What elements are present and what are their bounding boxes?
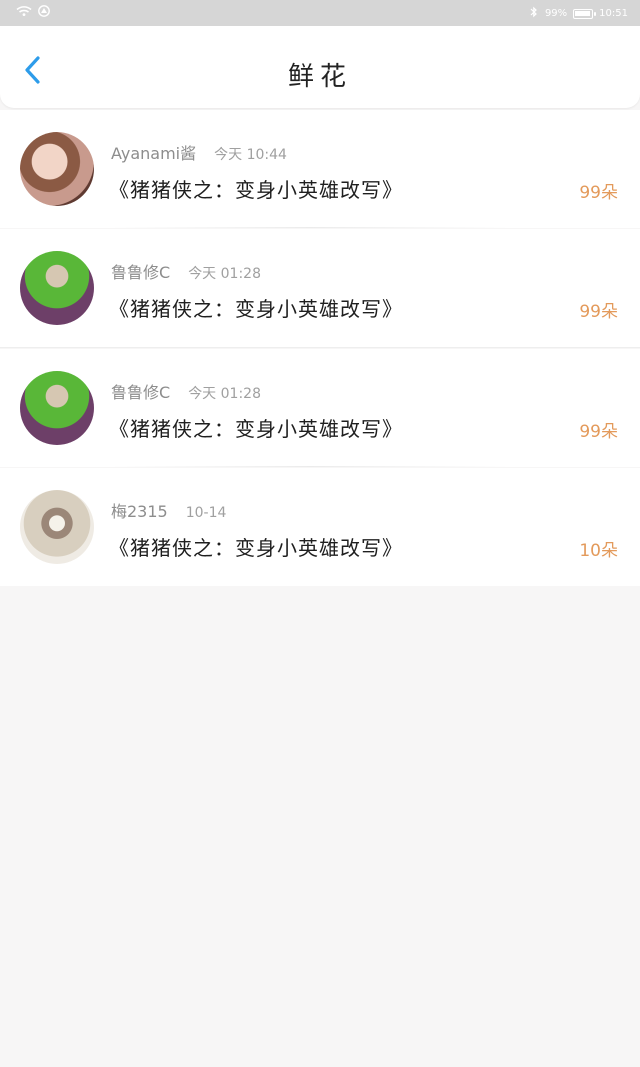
status-time: 10:51: [599, 8, 628, 19]
user-name: 梅2315: [111, 502, 168, 521]
avatar: [20, 371, 94, 445]
item-time: 今天 01:28: [188, 266, 261, 282]
page-title: 鲜花: [287, 62, 352, 92]
avatar: [20, 132, 94, 206]
divider: [110, 466, 510, 467]
signal-icon: [38, 5, 50, 20]
list-item[interactable]: Ayanami酱 今天 10:44 《猪猪侠之：变身小英雄改写》 99朵: [0, 110, 640, 228]
item-meta: Ayanami酱 今天 10:44: [111, 140, 287, 164]
battery-level: [575, 10, 591, 16]
book-title: 《猪猪侠之：变身小英雄改写》: [109, 297, 403, 321]
item-meta: 鲁鲁修C 今天 01:28: [111, 259, 261, 283]
status-bar: 99% 10:51: [0, 0, 640, 26]
user-name: Ayanami酱: [111, 144, 197, 163]
bluetooth-icon: [529, 6, 539, 21]
flower-count: 99朵: [579, 183, 618, 203]
book-title: 《猪猪侠之：变身小英雄改写》: [109, 536, 403, 560]
flower-count: 99朵: [579, 422, 618, 442]
wifi-icon: [16, 5, 32, 20]
list-item[interactable]: 梅2315 10-14 《猪猪侠之：变身小英雄改写》 10朵: [0, 468, 640, 586]
list-item[interactable]: 鲁鲁修C 今天 01:28 《猪猪侠之：变身小英雄改写》 99朵: [0, 349, 640, 467]
status-left: [16, 5, 50, 20]
avatar: [20, 251, 94, 325]
avatar: [20, 490, 94, 564]
battery-icon: [573, 8, 597, 19]
user-name: 鲁鲁修C: [111, 383, 171, 402]
item-time: 10-14: [185, 505, 227, 521]
top-header: 鲜花: [0, 26, 640, 108]
user-name: 鲁鲁修C: [111, 263, 171, 282]
item-time: 今天 01:28: [188, 386, 261, 402]
flower-count: 10朵: [579, 541, 618, 561]
book-title: 《猪猪侠之：变身小英雄改写》: [109, 417, 403, 441]
book-title: 《猪猪侠之：变身小英雄改写》: [109, 178, 403, 202]
flower-list: Ayanami酱 今天 10:44 《猪猪侠之：变身小英雄改写》 99朵 鲁鲁修…: [0, 110, 640, 586]
status-right: 99% 10:51: [529, 6, 628, 21]
divider: [110, 227, 510, 228]
list-item[interactable]: 鲁鲁修C 今天 01:28 《猪猪侠之：变身小英雄改写》 99朵: [0, 229, 640, 348]
item-meta: 鲁鲁修C 今天 01:28: [111, 379, 261, 403]
flower-count: 99朵: [579, 302, 618, 322]
item-meta: 梅2315 10-14: [111, 498, 226, 522]
battery-percent: 99%: [544, 8, 568, 19]
item-time: 今天 10:44: [214, 147, 287, 163]
